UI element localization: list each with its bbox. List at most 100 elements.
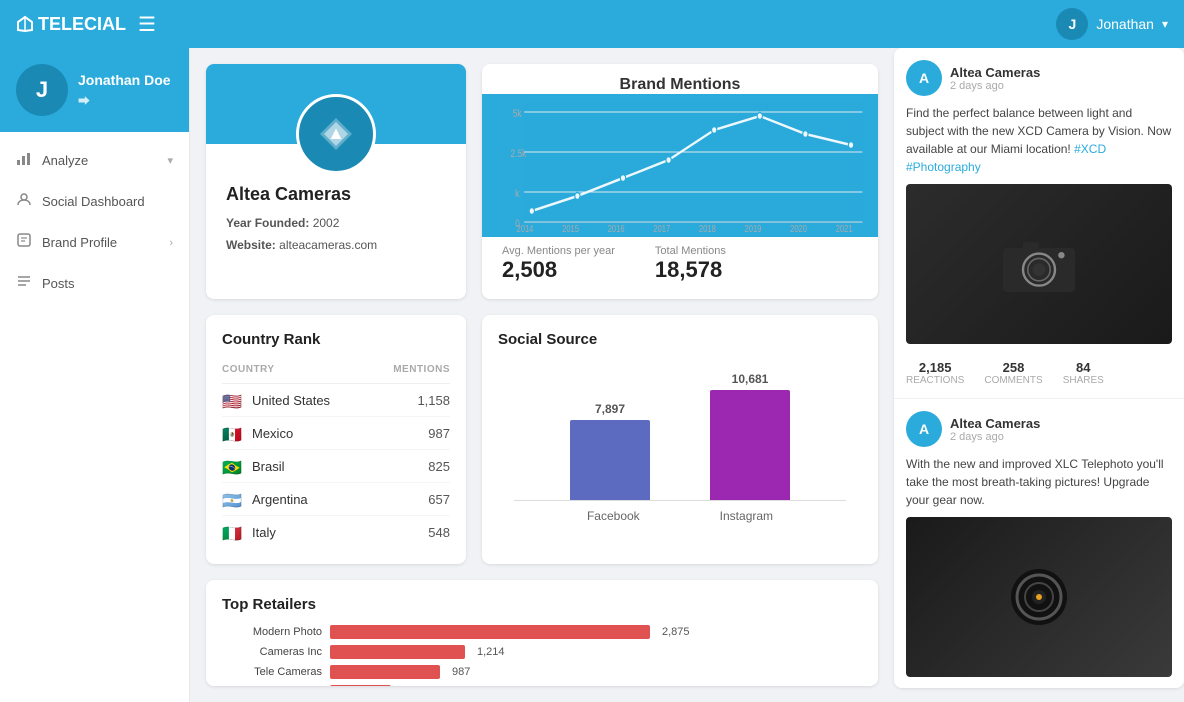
instagram-label: Instagram <box>720 509 773 523</box>
post-author: Altea Cameras <box>950 65 1040 80</box>
brand-profile-card: ▲ Altea Cameras Year Founded: 2002 Websi… <box>206 64 466 299</box>
country-table-row: 🇲🇽 Mexico 987 <box>222 417 450 450</box>
retailer-bar <box>330 645 465 659</box>
svg-text:2020: 2020 <box>790 223 807 232</box>
sidebar-item-social-dashboard[interactable]: Social Dashboard <box>0 181 189 222</box>
country-table-row: 🇮🇹 Italy 548 <box>222 516 450 548</box>
profile-name: Jonathan Doe <box>78 72 171 88</box>
country-name: Argentina <box>252 492 428 507</box>
comments-label: COMMENTS <box>984 375 1042 386</box>
retailer-bar <box>330 685 391 686</box>
country-name: Brasil <box>252 459 428 474</box>
shares-stat: 84 SHARES <box>1063 360 1104 386</box>
analyze-icon <box>16 150 32 171</box>
row-1: ▲ Altea Cameras Year Founded: 2002 Websi… <box>206 64 878 299</box>
svg-text:2016: 2016 <box>608 223 625 232</box>
total-value: 18,578 <box>655 257 726 283</box>
country-mentions: 657 <box>428 492 450 507</box>
reactions-value: 2,185 <box>906 360 964 375</box>
col-mentions: MENTIONS <box>393 364 450 375</box>
mentions-header: Brand Mentions <box>482 64 878 94</box>
post-header: A Altea Cameras 2 days ago <box>906 60 1172 96</box>
avg-mentions-stat: Avg. Mentions per year 2,508 <box>502 245 615 283</box>
sidebar-item-label: Social Dashboard <box>42 194 145 209</box>
country-flag: 🇦🇷 <box>222 491 244 507</box>
lens-image-icon <box>999 567 1079 627</box>
comments-value: 258 <box>984 360 1042 375</box>
country-rank-card: Country Rank COUNTRY MENTIONS 🇺🇸 United … <box>206 315 466 564</box>
reactions-label: REACTIONS <box>906 375 964 386</box>
logo: TELECIAL <box>16 14 126 35</box>
country-mentions: 1,158 <box>417 393 450 408</box>
shares-label: SHARES <box>1063 375 1104 386</box>
brand-profile-icon <box>16 232 32 253</box>
country-mentions: 825 <box>428 459 450 474</box>
post-meta: Altea Cameras 2 days ago <box>950 65 1040 92</box>
svg-text:2017: 2017 <box>653 223 670 232</box>
total-mentions-stat: Total Mentions 18,578 <box>655 245 726 283</box>
social-labels: Facebook Instagram <box>498 501 862 527</box>
topnav-left: TELECIAL ☰ <box>16 12 156 37</box>
sidebar-item-label: Posts <box>42 276 75 291</box>
sidebar-nav: Analyze ▾ Social Dashboard Brand Profile… <box>0 132 189 312</box>
sidebar-item-analyze[interactable]: Analyze ▾ <box>0 140 189 181</box>
profile-login-icon: ⮕ <box>78 92 171 109</box>
post-author: Altea Cameras <box>950 416 1040 431</box>
total-label: Total Mentions <box>655 245 726 257</box>
top-retailers-card: Top Retailers Modern Photo 2,875 Cameras… <box>206 580 878 686</box>
facebook-value: 7,897 <box>595 402 625 416</box>
topnav-avatar: J <box>1056 8 1088 40</box>
brand-logo-icon: ▲ <box>316 114 356 154</box>
hamburger-icon[interactable]: ☰ <box>138 12 156 37</box>
post-item: A Altea Cameras 2 days ago Find the perf… <box>894 48 1184 399</box>
main-content: ▲ Altea Cameras Year Founded: 2002 Websi… <box>190 48 894 702</box>
posts-container: A Altea Cameras 2 days ago Find the perf… <box>894 48 1184 688</box>
retailer-label: Modern Photo <box>222 626 322 638</box>
instagram-bar-wrap: 10,681 <box>710 372 790 500</box>
post-text: Find the perfect balance between light a… <box>906 104 1172 176</box>
post-time: 2 days ago <box>950 80 1040 92</box>
avg-value: 2,508 <box>502 257 615 283</box>
svg-text:2.5k: 2.5k <box>511 148 527 160</box>
profile-info: Jonathan Doe ⮕ <box>78 72 171 109</box>
retailer-row: Cameras Inc 1,214 <box>222 645 862 659</box>
svg-text:k: k <box>515 188 519 200</box>
country-flag: 🇮🇹 <box>222 524 244 540</box>
country-table-row: 🇧🇷 Brasil 825 <box>222 450 450 483</box>
brand-meta: Year Founded: 2002 Website: alteacameras… <box>226 213 446 256</box>
shares-value: 84 <box>1063 360 1104 375</box>
post-time: 2 days ago <box>950 431 1040 443</box>
svg-text:2018: 2018 <box>699 223 716 232</box>
country-mentions: 987 <box>428 426 450 441</box>
logo-text: TELECIAL <box>38 14 126 35</box>
retailer-value: 987 <box>452 666 470 678</box>
reactions-stat: 2,185 REACTIONS <box>906 360 964 386</box>
retailer-label: Tele Cameras <box>222 666 322 678</box>
social-source-title: Social Source <box>498 331 862 348</box>
sidebar-profile: J Jonathan Doe ⮕ <box>0 48 189 132</box>
sidebar-item-posts[interactable]: Posts <box>0 263 189 304</box>
topnav-chevron-icon[interactable]: ▾ <box>1162 17 1168 31</box>
country-table-header: COUNTRY MENTIONS <box>222 360 450 384</box>
country-flag: 🇺🇸 <box>222 392 244 408</box>
post-image-2 <box>906 517 1172 677</box>
country-table-body: 🇺🇸 United States 1,158 🇲🇽 Mexico 987 🇧🇷 … <box>222 384 450 548</box>
brand-profile-chevron: › <box>169 237 173 249</box>
instagram-value: 10,681 <box>732 372 769 386</box>
country-table-row: 🇺🇸 United States 1,158 <box>222 384 450 417</box>
brand-mentions-card: Brand Mentions 5k 2.5k k 0 <box>482 64 878 299</box>
social-card-body: Social Source 7,897 10,681 Faceboo <box>482 315 878 543</box>
post-text: With the new and improved XLC Telephoto … <box>906 455 1172 509</box>
retailer-bar <box>330 665 440 679</box>
analyze-chevron: ▾ <box>167 154 173 167</box>
posts-icon <box>16 273 32 294</box>
camera-image-icon <box>999 234 1079 294</box>
sidebar-item-brand-profile[interactable]: Brand Profile › <box>0 222 189 263</box>
retailer-row: Tele Cameras 987 <box>222 665 862 679</box>
mentions-stats: Avg. Mentions per year 2,508 Total Menti… <box>482 237 878 299</box>
retailer-label: Cameras Inc <box>222 646 322 658</box>
retailer-value: 2,875 <box>662 626 690 638</box>
sidebar: J Jonathan Doe ⮕ Analyze ▾ Social Dashbo… <box>0 48 190 702</box>
sidebar-item-label: Analyze <box>42 153 88 168</box>
svg-text:2019: 2019 <box>745 223 762 232</box>
